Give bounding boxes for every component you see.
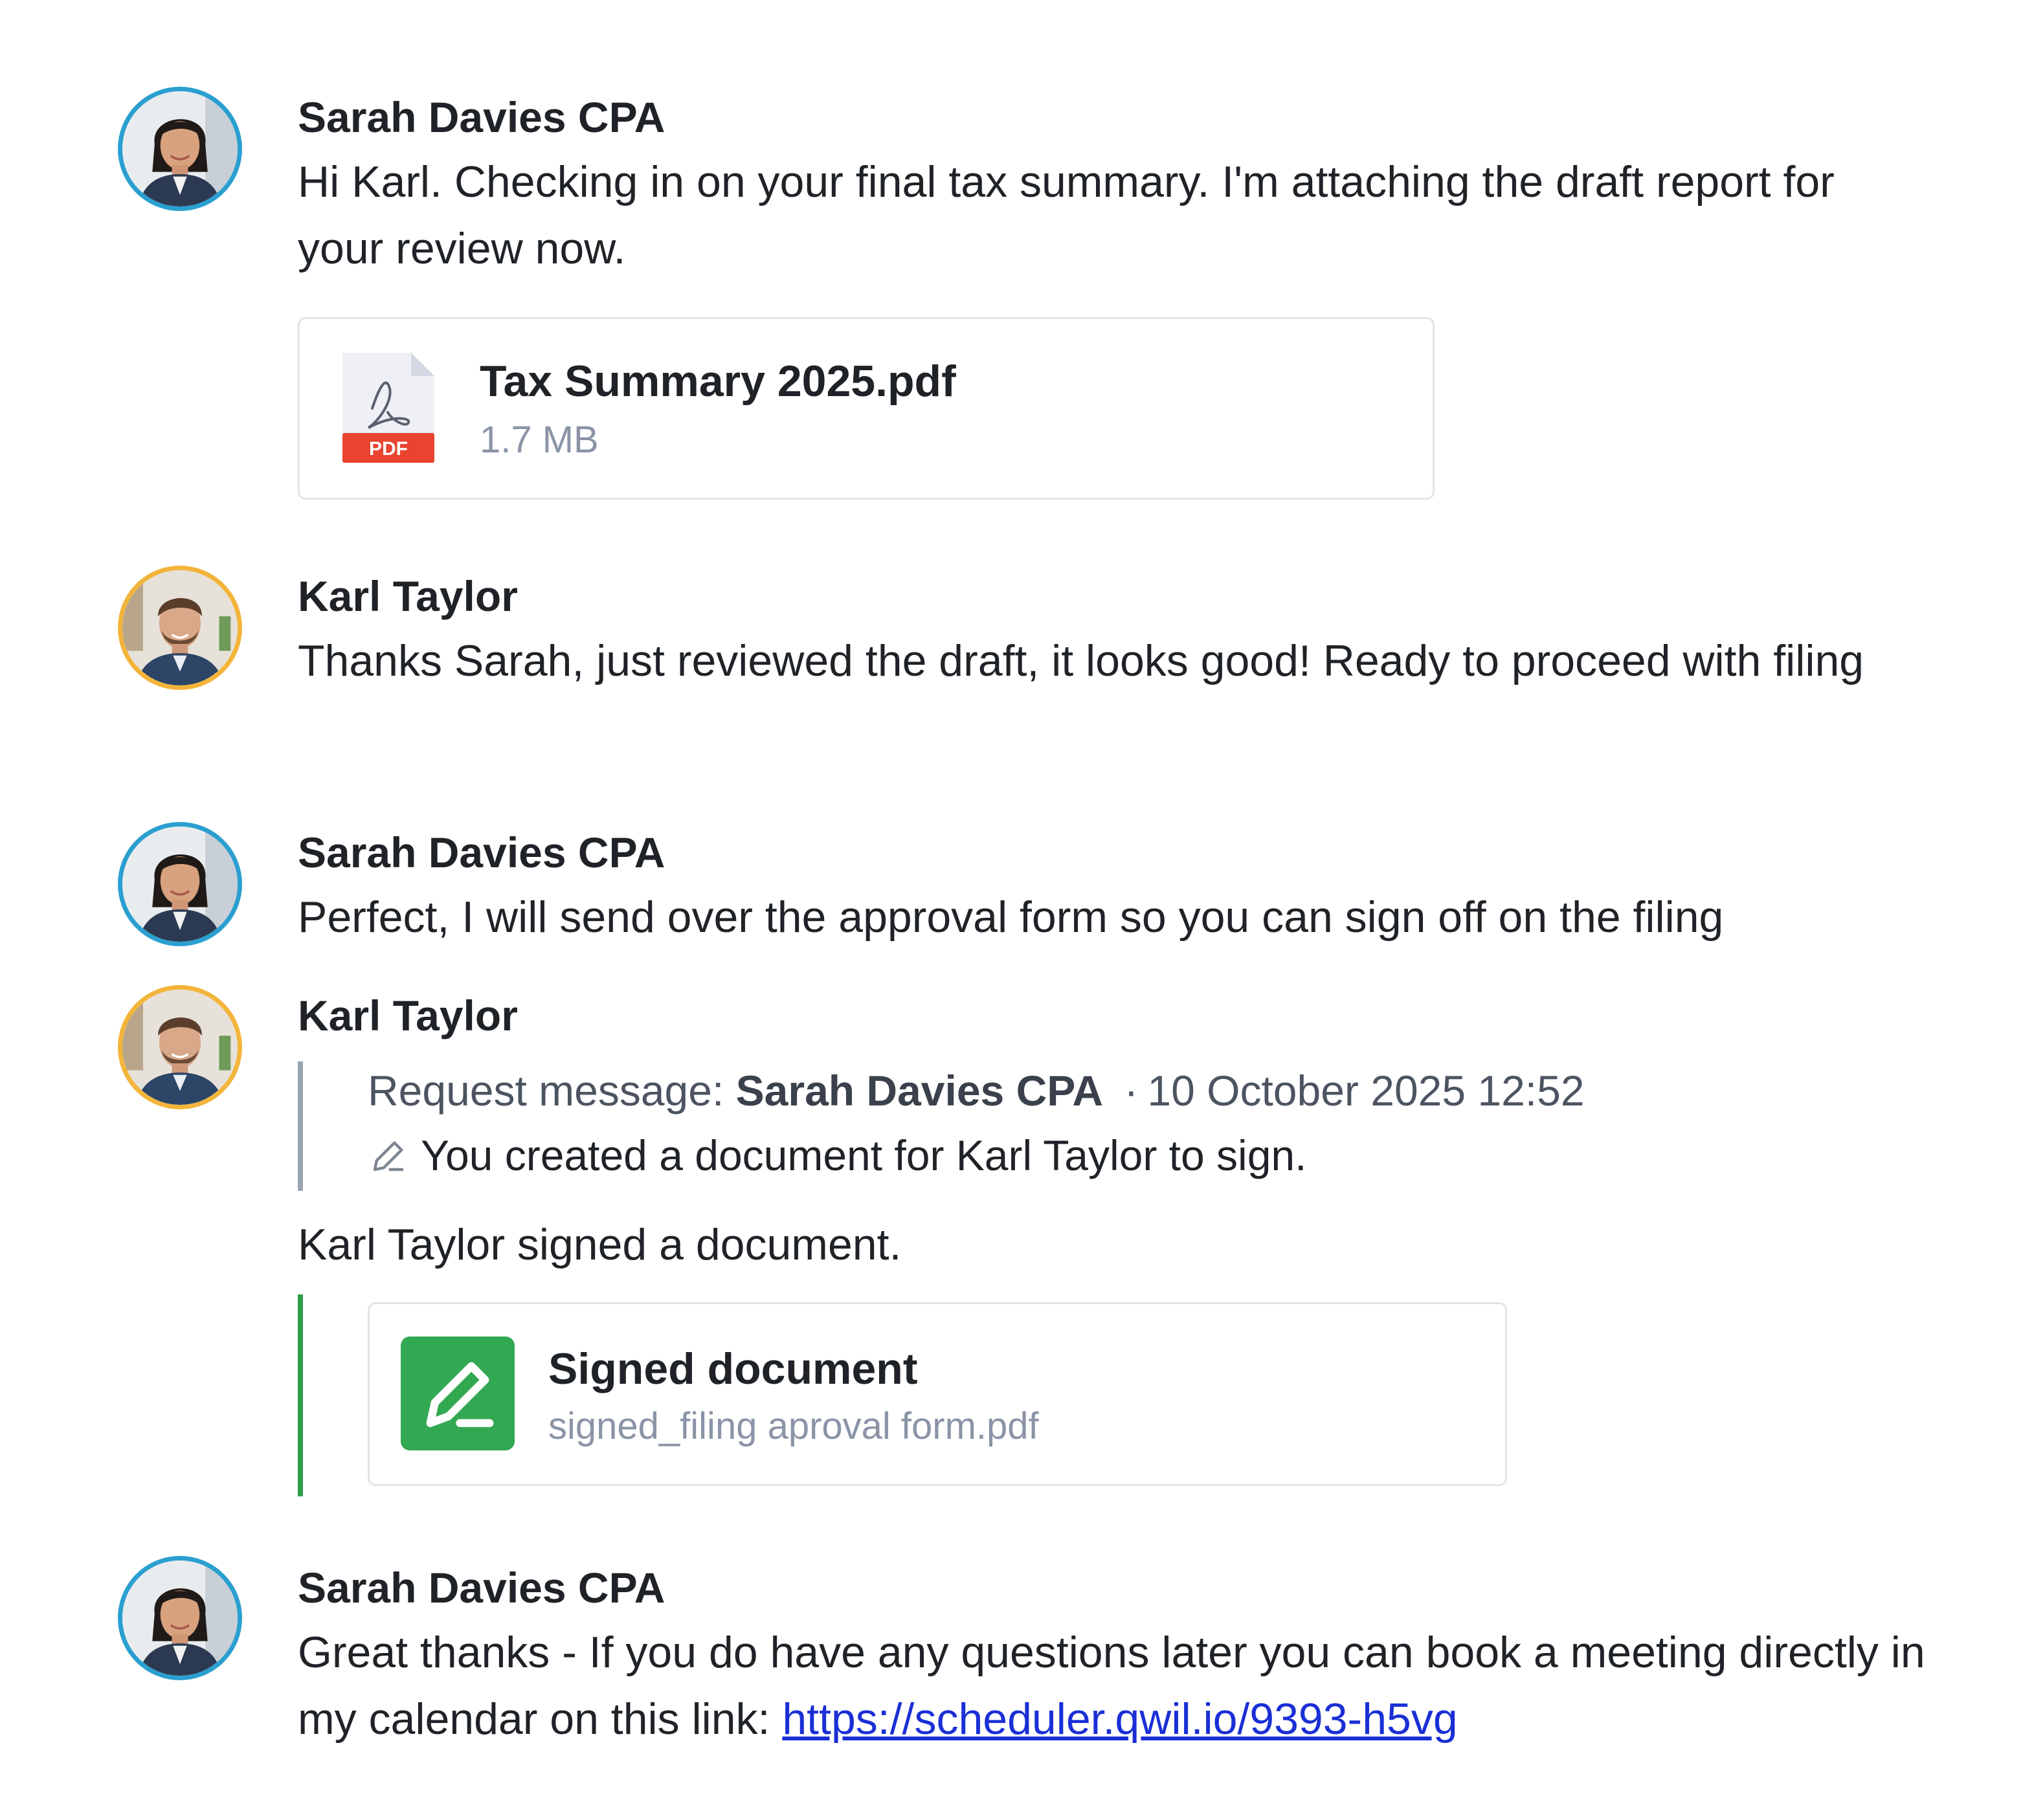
- chat-thread: Sarah Davies CPA Hi Karl. Checking in on…: [0, 0, 2023, 1820]
- request-prefix: Request message:: [368, 1067, 724, 1115]
- request-timestamp: 10 October 2025 12:52: [1147, 1067, 1585, 1115]
- message-text: Hi Karl. Checking in on your final tax s…: [298, 157, 1835, 273]
- scheduler-link[interactable]: https://scheduler.qwil.io/9393-h5vg: [782, 1694, 1457, 1744]
- message-text: Perfect, I will send over the approval f…: [298, 893, 1724, 942]
- quoted-request[interactable]: Request message: Sarah Davies CPA · 10 Oc…: [298, 1061, 1727, 1191]
- file-size: 1.7 MB: [480, 419, 599, 461]
- pdf-file-icon: PDF: [342, 353, 434, 463]
- avatar-image: [122, 1560, 238, 1676]
- file-attachment[interactable]: PDF Tax Summary 2025.pdf 1.7 MB: [298, 317, 1435, 500]
- sender-name: Karl Taylor: [298, 572, 518, 620]
- avatar-image: [122, 91, 238, 206]
- signed-document-filename: signed_filing aproval form.pdf: [548, 1405, 1039, 1447]
- avatar[interactable]: [118, 1556, 242, 1680]
- avatar-image: [122, 827, 238, 942]
- avatar[interactable]: [118, 985, 242, 1109]
- message-item: Sarah Davies CPA Hi Karl. Checking in on…: [0, 0, 2023, 518]
- request-author: Sarah Davies CPA: [735, 1067, 1104, 1115]
- avatar-image: [122, 570, 238, 685]
- request-body: You created a document for Karl Taylor t…: [368, 1134, 1306, 1177]
- file-name: Tax Summary 2025.pdf: [480, 357, 956, 406]
- message-text: Karl Taylor signed a document.: [298, 1220, 902, 1269]
- avatar[interactable]: [118, 87, 242, 211]
- request-text: You created a document for Karl Taylor t…: [421, 1131, 1307, 1179]
- avatar[interactable]: [118, 566, 242, 690]
- signed-document-block: Signed document signed_filing aproval fo…: [298, 1294, 1727, 1496]
- sender-name: Sarah Davies CPA: [298, 1564, 665, 1612]
- avatar[interactable]: [118, 822, 242, 946]
- pdf-badge-label: PDF: [369, 438, 408, 460]
- signed-document-card[interactable]: Signed document signed_filing aproval fo…: [368, 1302, 1507, 1486]
- request-header: Request message: Sarah Davies CPA · 10 Oc…: [368, 1069, 1585, 1112]
- signature-icon: [401, 1337, 515, 1450]
- signed-document-title: Signed document: [548, 1344, 918, 1393]
- separator: ·: [1124, 1067, 1139, 1115]
- sender-name: Sarah Davies CPA: [298, 828, 665, 876]
- avatar-image: [122, 990, 238, 1105]
- pencil-icon: [373, 1141, 403, 1171]
- message-text: Great thanks - If you do have any questi…: [298, 1619, 1929, 1753]
- message-text: Thanks Sarah, just reviewed the draft, i…: [298, 636, 1864, 685]
- sender-name: Karl Taylor: [298, 992, 518, 1039]
- sender-name: Sarah Davies CPA: [298, 93, 665, 141]
